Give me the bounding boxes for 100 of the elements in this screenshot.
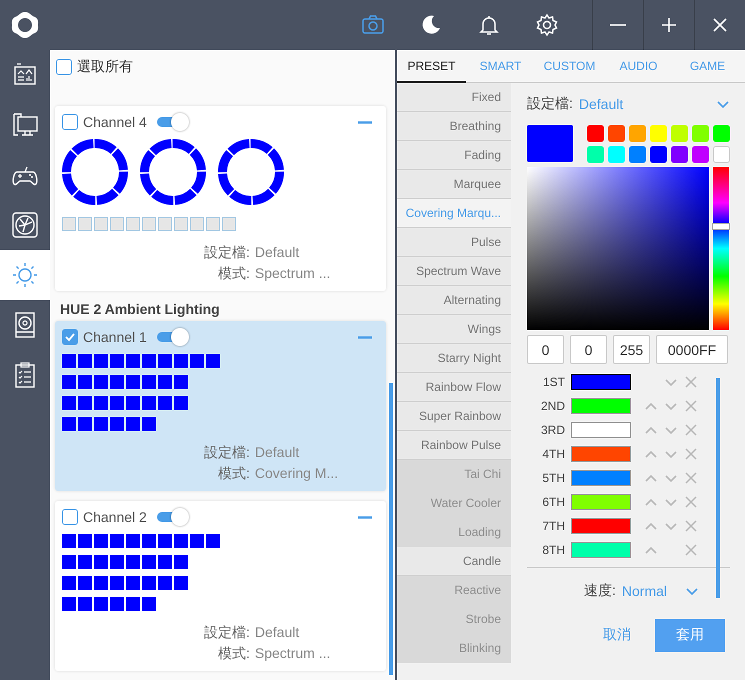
profile-label: 設定檔: <box>527 95 573 113</box>
plus-icon <box>659 15 679 35</box>
close-icon[interactable] <box>685 496 697 508</box>
hex-value-field[interactable]: 0000FF <box>656 335 728 364</box>
apply-button[interactable]: 套用 <box>655 618 725 652</box>
channel-card[interactable]: Channel 4 設定檔: Default 模式: Spectrum ... <box>55 106 386 291</box>
effect-tab[interactable]: CUSTOM <box>535 50 604 83</box>
profile-value: Default <box>254 443 300 462</box>
minimize-icon <box>610 24 626 26</box>
channel-name: Channel 2 <box>83 509 147 525</box>
profile-value: Default <box>254 243 300 262</box>
color-stop-swatch[interactable] <box>571 494 631 510</box>
channel-card[interactable]: Channel 1 設定檔: Default 模式: Covering M... <box>55 321 386 491</box>
close-icon[interactable] <box>685 400 697 412</box>
fan-ring-drawing <box>62 139 128 205</box>
channel-value-field[interactable]: 0 <box>570 335 607 364</box>
mode-value: Spectrum ... <box>254 644 330 663</box>
hue-slider-thumb[interactable] <box>712 222 730 230</box>
color-stop-swatch[interactable] <box>571 374 631 390</box>
color-swatch[interactable] <box>713 125 730 142</box>
effect-item[interactable]: Fading <box>397 141 511 170</box>
color-stop-swatch[interactable] <box>571 518 631 534</box>
effect-tab[interactable]: GAME <box>673 50 742 83</box>
color-stop-swatch[interactable] <box>571 470 631 486</box>
close-icon[interactable] <box>685 424 697 436</box>
device-heading: HUE 2 Ambient Lighting <box>60 301 221 317</box>
collapse-icon[interactable] <box>358 516 372 518</box>
color-swatch[interactable] <box>671 125 688 142</box>
color-swatch[interactable] <box>608 125 625 142</box>
profile-dropdown[interactable]: Default <box>578 96 716 112</box>
color-gradient-picker[interactable] <box>527 167 709 330</box>
channel-value-field[interactable]: 255 <box>613 335 650 364</box>
color-swatch[interactable] <box>671 146 688 163</box>
color-swatch[interactable] <box>587 125 604 142</box>
toggle-switch[interactable] <box>156 328 189 346</box>
check-icon <box>64 331 76 343</box>
collapse-icon[interactable] <box>358 336 372 338</box>
effect-tab[interactable]: AUDIO <box>604 50 673 83</box>
channel-value-field[interactable]: 0 <box>527 335 564 364</box>
color-stop-swatch[interactable] <box>571 446 631 462</box>
effect-item[interactable]: Rainbow Pulse <box>397 431 511 460</box>
color-swatch[interactable] <box>629 125 646 142</box>
profile-value: Default <box>254 623 300 642</box>
color-swatch[interactable] <box>692 125 709 142</box>
color-swatch[interactable] <box>629 146 646 163</box>
mode-value: Covering M... <box>254 464 338 483</box>
effect-item[interactable]: Pulse <box>397 228 511 257</box>
color-stop-label: 5TH <box>541 471 565 485</box>
effect-item[interactable]: Marquee <box>397 170 511 199</box>
profile-label: 設定檔: <box>204 443 250 462</box>
mode-label: 模式: <box>217 464 250 483</box>
close-icon[interactable] <box>685 544 697 556</box>
collapse-icon[interactable] <box>358 120 372 124</box>
fan-icon <box>11 211 39 239</box>
close-icon[interactable] <box>685 472 697 484</box>
color-swatch[interactable] <box>650 146 667 163</box>
cancel-button[interactable]: 取消 <box>591 618 643 652</box>
channel-name: Channel 1 <box>83 329 147 345</box>
color-stop-label: 7TH <box>541 519 565 533</box>
speed-dropdown[interactable]: Normal <box>622 583 668 599</box>
sun-icon <box>11 261 39 289</box>
mode-value: Spectrum ... <box>254 264 330 283</box>
scrollbar[interactable] <box>716 378 720 598</box>
close-icon[interactable] <box>685 448 697 460</box>
effect-item[interactable]: Spectrum Wave <box>397 257 511 286</box>
effect-item[interactable]: Alternating <box>397 286 511 315</box>
color-swatch[interactable] <box>608 146 625 163</box>
color-stop-swatch[interactable] <box>571 398 631 414</box>
effect-item[interactable]: Starry Night <box>397 344 511 373</box>
color-stop-label: 3RD <box>540 423 565 437</box>
scrollbar[interactable] <box>389 383 393 675</box>
checkbox[interactable] <box>62 329 78 345</box>
color-swatch[interactable] <box>650 125 667 142</box>
effect-tab[interactable]: SMART <box>466 50 535 83</box>
color-stop-swatch[interactable] <box>571 422 631 438</box>
checkbox[interactable] <box>62 114 78 130</box>
color-stop-label: 2ND <box>540 399 565 413</box>
hue-slider[interactable] <box>713 167 729 330</box>
effect-item[interactable]: Fixed <box>397 83 511 112</box>
effect-item[interactable]: Wings <box>397 315 511 344</box>
close-icon[interactable] <box>685 520 697 532</box>
effect-item[interactable]: Super Rainbow <box>397 402 511 431</box>
channel-name: Channel 4 <box>83 114 147 130</box>
effect-item[interactable]: Rainbow Flow <box>397 373 511 402</box>
toggle-switch[interactable] <box>156 113 189 131</box>
checkbox[interactable] <box>62 509 78 525</box>
mode-label: 模式: <box>217 644 250 663</box>
select-all-checkbox[interactable] <box>56 59 72 75</box>
effect-item[interactable]: Candle <box>397 547 511 576</box>
channel-card[interactable]: Channel 2 設定檔: Default 模式: Spectrum ... <box>55 501 386 671</box>
color-swatch[interactable] <box>692 146 709 163</box>
color-swatch[interactable] <box>713 146 730 163</box>
color-stop-swatch[interactable] <box>571 542 631 558</box>
color-swatch[interactable] <box>587 146 604 163</box>
toggle-switch[interactable] <box>156 508 189 526</box>
close-icon[interactable] <box>685 376 697 388</box>
profile-label: 設定檔: <box>204 623 250 642</box>
profile-label: 設定檔: <box>204 243 250 262</box>
effect-item[interactable]: Breathing <box>397 112 511 141</box>
color-stop-label: 8TH <box>541 543 565 557</box>
